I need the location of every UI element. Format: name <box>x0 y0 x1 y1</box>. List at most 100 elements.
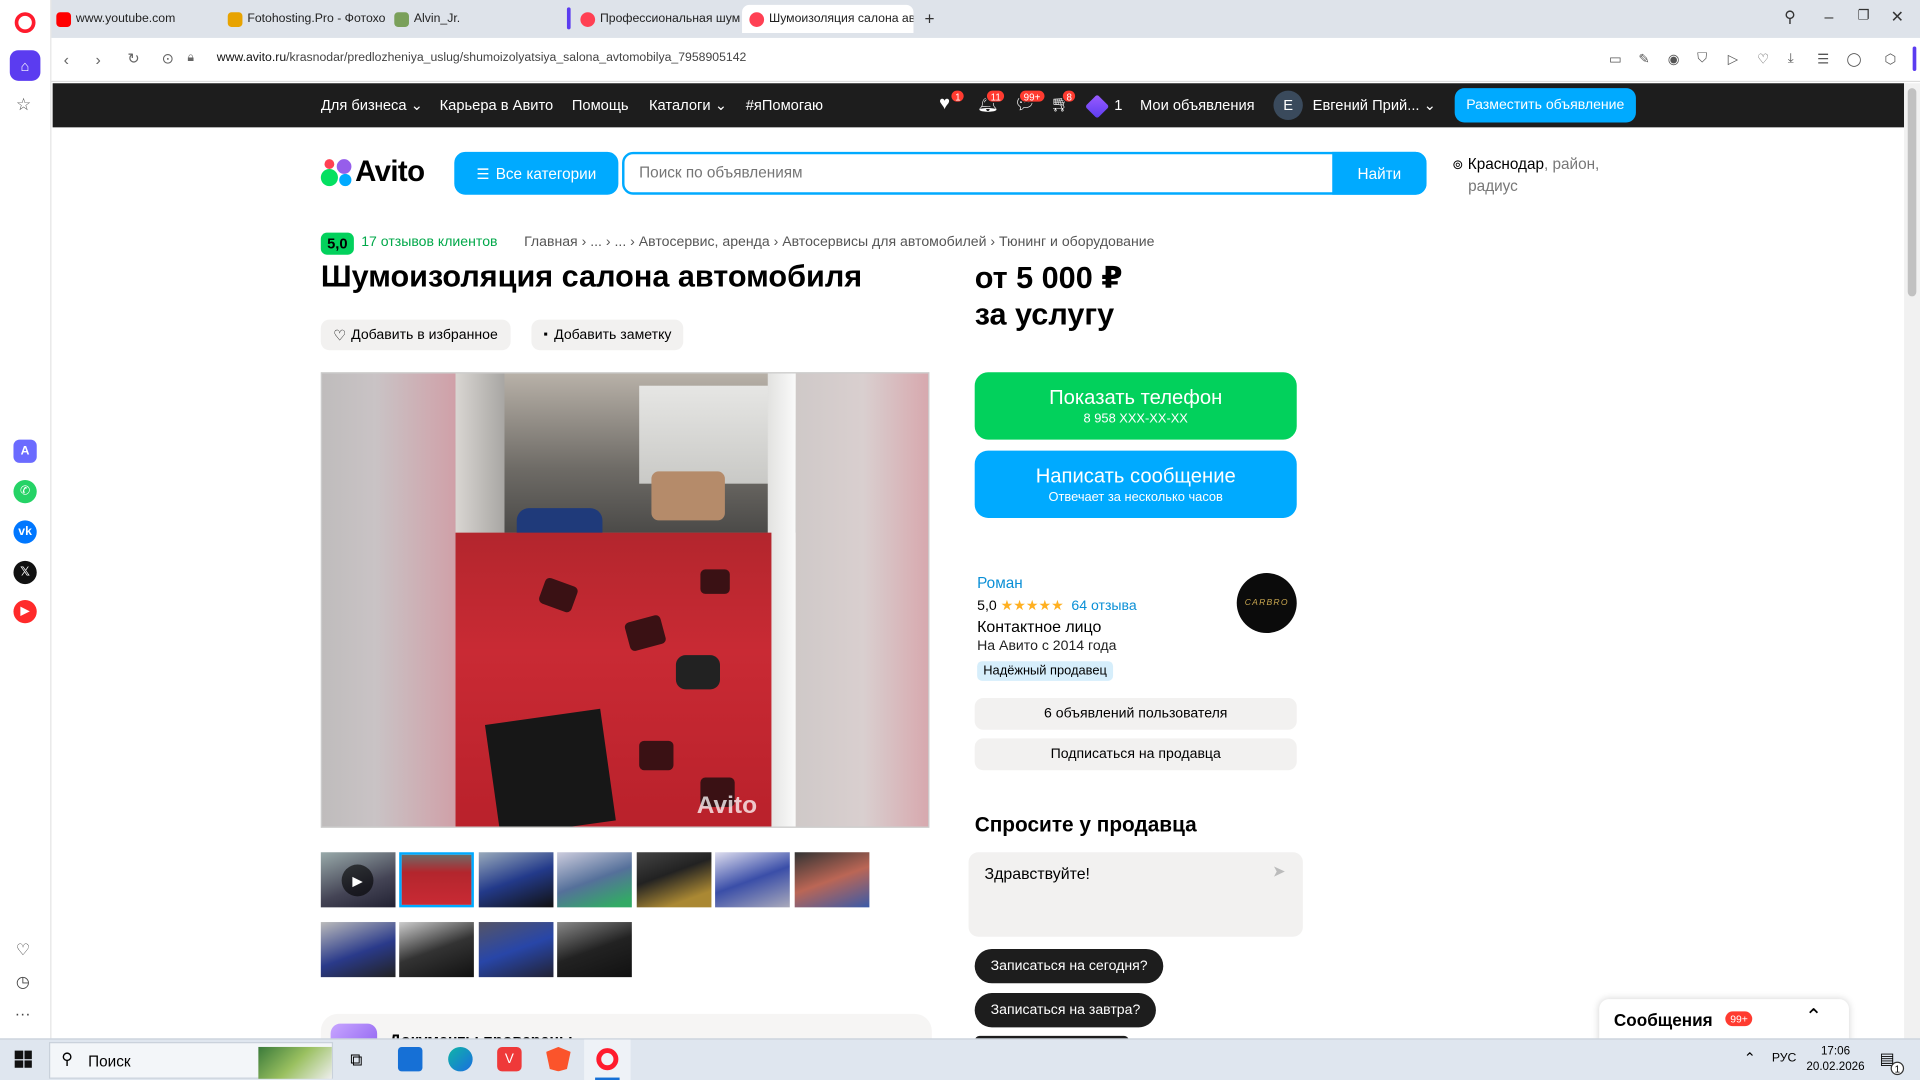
shield-icon[interactable]: ⛉ <box>1697 51 1707 67</box>
language-indicator[interactable]: РУС <box>1772 1052 1797 1065</box>
play-icon[interactable]: ▷ <box>1728 51 1738 68</box>
page-scrollbar[interactable] <box>1904 83 1920 1039</box>
ask-message-box[interactable]: Здравствуйте! ➤ <box>968 852 1303 937</box>
windows-start-icon[interactable] <box>14 1050 32 1068</box>
tab-youtube[interactable]: www.youtube.com <box>49 5 220 33</box>
opera-logo-icon[interactable] <box>14 12 36 34</box>
breadcrumb-item[interactable]: Главная <box>524 235 578 250</box>
avito-logo[interactable]: Avito <box>320 156 425 190</box>
close-window-icon[interactable]: ✕ <box>1891 7 1904 27</box>
favorites-heart-icon[interactable]: ♡ <box>16 940 30 960</box>
location-selector[interactable]: ⊚ Краснодар, район, радиус <box>1452 154 1611 197</box>
seller-ads-button[interactable]: 6 объявлений пользователя <box>974 697 1297 730</box>
thumbnail[interactable] <box>715 852 790 908</box>
minimize-icon[interactable]: – <box>1824 7 1833 25</box>
taskbar-search[interactable]: ⚲ Поиск <box>48 1042 334 1079</box>
quick-reply-tomorrow[interactable]: Записаться на завтра? <box>974 993 1157 1028</box>
post-ad-button[interactable]: Разместить объявление <box>1454 88 1636 123</box>
thumbnail[interactable] <box>320 922 396 978</box>
quick-reply-today[interactable]: Записаться на сегодня? <box>974 948 1164 984</box>
nav-ya-pomogayu[interactable]: #яПомогаю <box>746 97 823 114</box>
url-field[interactable]: www.avito.ru/krasnodar/predlozheniya_usl… <box>217 51 747 64</box>
bookmark-star-icon[interactable]: ☆ <box>16 94 31 115</box>
download-icon[interactable]: ⤓ <box>1788 51 1794 67</box>
breadcrumb-item[interactable]: Автосервисы для автомобилей <box>782 235 986 250</box>
subscribe-button[interactable]: Подписаться на продавца <box>974 738 1297 771</box>
sidebar-toggle[interactable] <box>1912 46 1917 72</box>
video-thumbnail[interactable]: ▶ <box>320 852 396 908</box>
show-phone-button[interactable]: Показать телефон 8 958 XXX-XX-XX <box>974 372 1297 440</box>
chevron-up-icon[interactable]: ⌃ <box>1805 1005 1822 1029</box>
search-input[interactable] <box>639 164 1325 182</box>
tray-chevron-icon[interactable]: ⌃ <box>1744 1049 1756 1066</box>
new-tab-icon[interactable]: + <box>924 9 934 29</box>
home-icon[interactable]: ⌂ <box>9 50 41 81</box>
whatsapp-icon[interactable]: ✆ <box>13 480 37 504</box>
breadcrumb-item[interactable]: Автосервис, аренда <box>639 235 770 250</box>
vk-icon[interactable]: vk <box>13 520 37 544</box>
thumbnail[interactable] <box>636 852 712 908</box>
avatar[interactable]: E <box>1273 90 1303 121</box>
thumbnail[interactable] <box>557 852 632 908</box>
search-tabs-icon[interactable]: ⚲ <box>1784 7 1796 27</box>
seller-name[interactable]: Роман <box>977 574 1137 591</box>
all-categories-button[interactable]: ☰ Все категории <box>454 151 619 195</box>
heart-icon[interactable]: ♡ <box>1757 51 1769 68</box>
music-player-icon[interactable]: ▶ <box>13 600 37 624</box>
camera-icon[interactable]: ◉ <box>1668 51 1680 68</box>
edge-icon[interactable] <box>448 1046 473 1072</box>
nav-catalogs[interactable]: Каталоги ⌄ <box>649 97 727 114</box>
back-icon[interactable]: ‹ <box>64 50 69 68</box>
send-icon[interactable]: ➤ <box>1272 862 1285 882</box>
profile-icon[interactable]: ◯ <box>1847 51 1862 68</box>
location-pin-icon[interactable]: ⊙ <box>162 50 174 67</box>
seller-reviews-link[interactable]: 64 отзыва <box>1071 599 1136 614</box>
write-message-button[interactable]: Написать сообщение Отвечает за несколько… <box>974 450 1297 518</box>
vivaldi-icon[interactable]: V <box>497 1046 522 1072</box>
favorites-icon[interactable]: ♥ <box>939 93 950 114</box>
clock[interactable]: 17:06 20.02.2026 <box>1806 1043 1865 1075</box>
seller-logo[interactable]: CARBRO <box>1236 573 1297 634</box>
reader-icon[interactable]: ▭ <box>1609 51 1622 68</box>
x-twitter-icon[interactable]: 𝕏 <box>13 560 37 585</box>
extensions-icon[interactable]: ⬡ <box>1884 51 1896 68</box>
task-view-icon[interactable]: ⧉ <box>350 1049 362 1070</box>
bonus-icon[interactable] <box>1085 94 1110 119</box>
aria-icon[interactable]: A <box>13 439 37 463</box>
thumbnail[interactable] <box>794 852 870 908</box>
nav-for-business[interactable]: Для бизнеса ⌄ <box>321 97 423 114</box>
breadcrumb-item[interactable]: ... <box>615 235 627 250</box>
thumbnail[interactable] <box>478 852 554 908</box>
nav-my-ads[interactable]: Мои объявления <box>1140 97 1255 114</box>
thumbnail[interactable] <box>399 922 474 978</box>
history-icon[interactable]: ◷ <box>16 972 30 992</box>
find-button[interactable]: Найти <box>1332 151 1427 195</box>
tab-professional[interactable]: Профессиональная шумо <box>573 5 740 33</box>
main-photo[interactable]: Avito <box>320 372 930 828</box>
tab-fotohosting[interactable]: Fotohosting.Pro - Фотохо <box>220 5 385 33</box>
scrollbar-thumb[interactable] <box>1907 88 1917 297</box>
breadcrumb-item[interactable]: ... <box>590 235 602 250</box>
breadcrumb-item[interactable]: Тюнинг и оборудование <box>999 235 1154 250</box>
brave-icon[interactable] <box>546 1046 571 1072</box>
opera-taskbar-active[interactable] <box>584 1039 631 1080</box>
messages-widget[interactable]: Сообщения 99+ ⌃ <box>1599 999 1849 1044</box>
reviews-link[interactable]: 17 отзывов клиентов <box>361 235 497 250</box>
tab-current[interactable]: Шумоизоляция салона ав <box>742 4 914 34</box>
outlook-icon[interactable] <box>397 1046 423 1072</box>
reload-icon[interactable]: ↻ <box>127 50 139 67</box>
add-note-button[interactable]: ▪ Добавить заметку <box>531 319 684 351</box>
add-to-favorites-button[interactable]: ♡ Добавить в избранное <box>320 319 511 351</box>
more-icon[interactable]: ··· <box>15 1004 31 1022</box>
thumbnail[interactable] <box>478 922 554 978</box>
tab-alvin[interactable]: Alvin_Jr. <box>387 5 558 33</box>
thumbnail[interactable] <box>557 922 632 978</box>
thumbnail-selected[interactable] <box>399 852 474 908</box>
nav-career[interactable]: Карьера в Авито <box>440 97 554 114</box>
snapshot-edit-icon[interactable]: ✎ <box>1638 51 1649 68</box>
restore-icon[interactable]: ❐ <box>1858 7 1870 24</box>
menu-icon[interactable]: ☰ <box>1817 51 1829 68</box>
lock-icon[interactable]: 🔒︎ <box>187 51 194 64</box>
user-menu[interactable]: Евгений Прий... ⌄ <box>1313 97 1436 114</box>
nav-help[interactable]: Помощь <box>572 97 629 114</box>
